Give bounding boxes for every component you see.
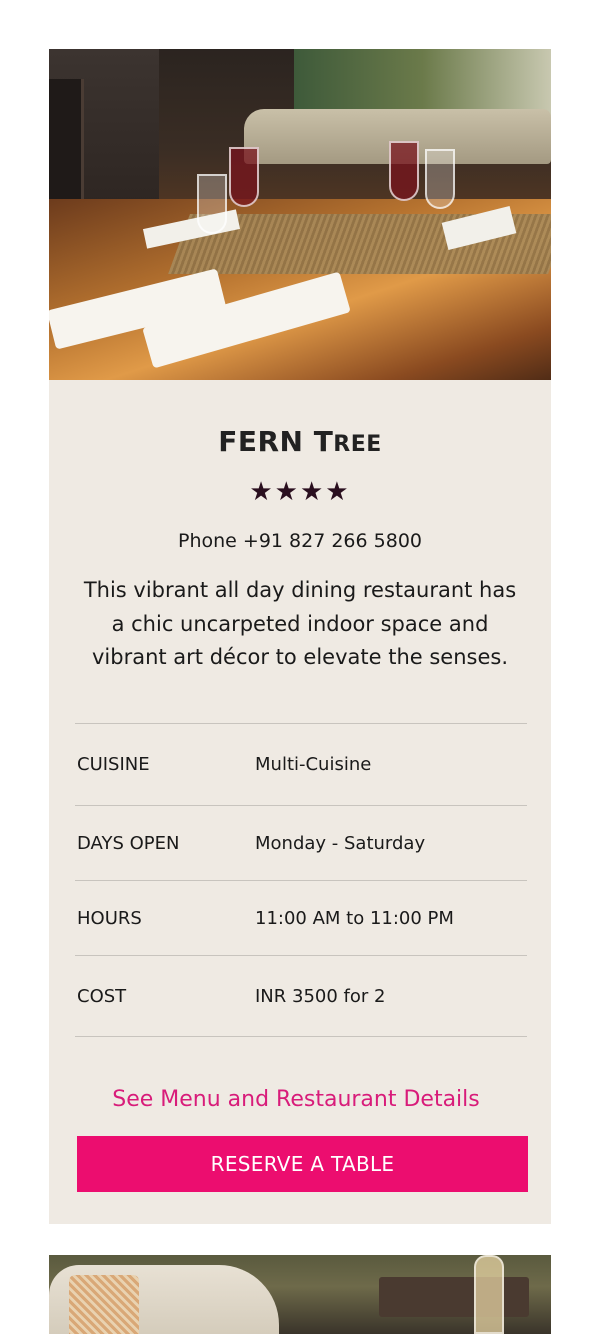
- restaurant-card: FERN TREE ★★★★ Phone +91 827 266 5800 Th…: [49, 49, 551, 1224]
- restaurant-name: FERN TREE: [218, 425, 382, 458]
- next-restaurant-photo: [49, 1255, 551, 1334]
- detail-label: HOURS: [77, 907, 142, 929]
- menu-details-link[interactable]: See Menu and Restaurant Details: [49, 1087, 543, 1112]
- details-table: CUISINE Multi-Cuisine DAYS OPEN Monday -…: [75, 723, 527, 1037]
- detail-label: COST: [77, 985, 127, 1007]
- detail-value: 11:00 AM to 11:00 PM: [255, 907, 454, 929]
- restaurant-description: This vibrant all day dining restaurant h…: [83, 578, 517, 669]
- detail-row-hours: HOURS 11:00 AM to 11:00 PM: [75, 880, 527, 955]
- detail-row-cost: COST INR 3500 for 2: [75, 955, 527, 1037]
- detail-value: Monday - Saturday: [255, 832, 426, 854]
- detail-value: Multi-Cuisine: [255, 754, 372, 775]
- restaurant-photo: [49, 49, 551, 380]
- reserve-table-button[interactable]: RESERVE A TABLE: [77, 1136, 528, 1192]
- detail-value: INR 3500 for 2: [255, 985, 386, 1007]
- detail-label: CUISINE: [77, 754, 150, 775]
- phone-number[interactable]: Phone +91 827 266 5800: [49, 530, 551, 552]
- detail-row-days-open: DAYS OPEN Monday - Saturday: [75, 805, 527, 880]
- detail-row-cuisine: CUISINE Multi-Cuisine: [75, 723, 527, 805]
- star-rating: ★★★★: [249, 477, 351, 507]
- detail-label: DAYS OPEN: [77, 832, 180, 854]
